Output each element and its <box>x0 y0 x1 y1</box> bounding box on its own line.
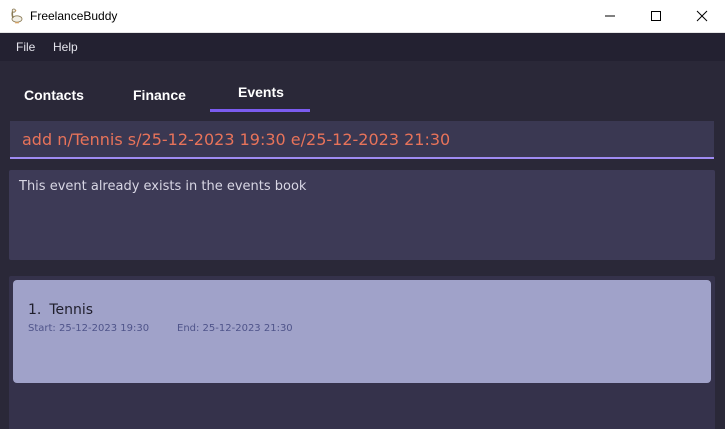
tab-finance[interactable]: Finance <box>133 87 186 103</box>
command-input-text: add n/Tennis s/25-12-2023 19:30 e/25-12-… <box>22 130 451 149</box>
active-tab-indicator <box>210 109 310 112</box>
minimize-icon <box>605 15 615 17</box>
maximize-icon <box>651 11 661 21</box>
title-bar: FreelanceBuddy <box>0 0 725 33</box>
menu-help[interactable]: Help <box>53 40 78 54</box>
close-icon <box>696 10 708 22</box>
result-display: This event already exists in the events … <box>9 170 715 260</box>
result-message: This event already exists in the events … <box>19 179 307 194</box>
menu-bar: File Help <box>0 33 725 61</box>
window-title: FreelanceBuddy <box>30 9 118 23</box>
event-title: 1. Tennis <box>28 302 93 318</box>
minimize-button[interactable] <box>587 0 633 32</box>
tab-contacts[interactable]: Contacts <box>24 87 84 103</box>
event-name: Tennis <box>49 302 94 318</box>
tab-bar: Contacts Finance Events <box>0 61 725 113</box>
close-button[interactable] <box>679 0 725 32</box>
goose-icon <box>8 8 24 24</box>
command-input[interactable]: add n/Tennis s/25-12-2023 19:30 e/25-12-… <box>10 121 714 159</box>
event-index: 1. <box>28 302 42 318</box>
menu-file[interactable]: File <box>16 40 35 54</box>
maximize-button[interactable] <box>633 0 679 32</box>
event-card[interactable]: 1. Tennis Start: 25-12-2023 19:30 End: 25… <box>13 280 711 383</box>
tab-events[interactable]: Events <box>238 84 284 100</box>
event-start-time: Start: 25-12-2023 19:30 <box>28 323 150 334</box>
event-end-time: End: 25-12-2023 21:30 <box>177 323 293 334</box>
app-window: FreelanceBuddy File Help Contacts Financ… <box>0 0 725 429</box>
